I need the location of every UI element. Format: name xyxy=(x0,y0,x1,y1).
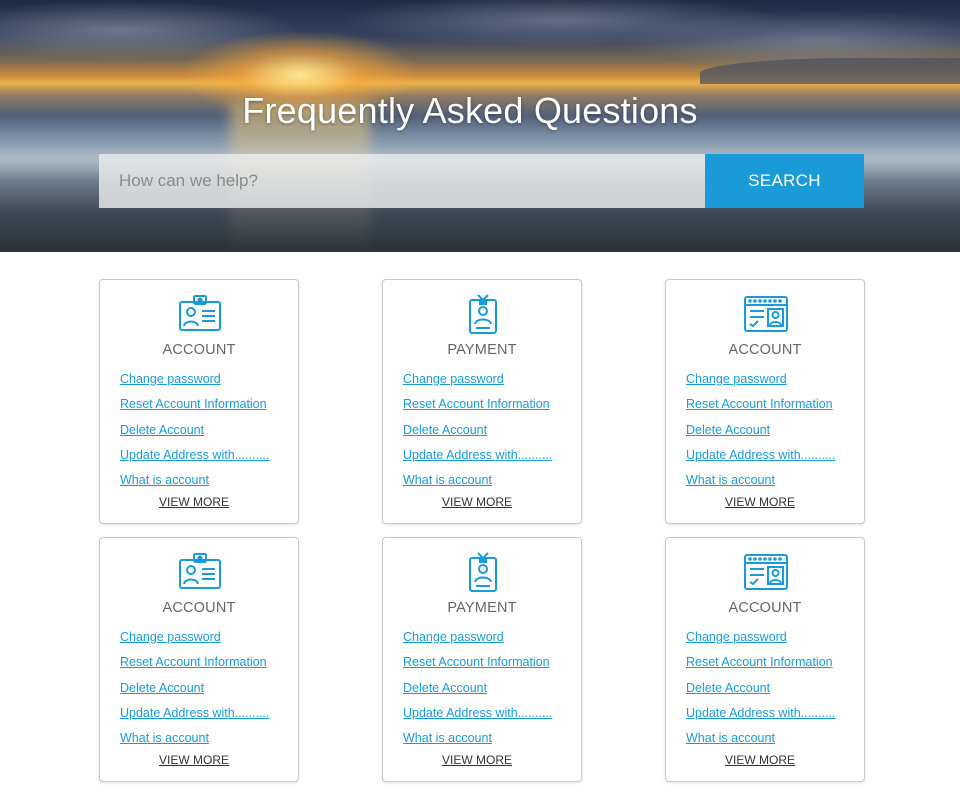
card-title: ACCOUNT xyxy=(162,600,236,616)
faq-link[interactable]: Delete Account xyxy=(686,423,770,437)
faq-card-payment-1: PAYMENT Change password Reset Account In… xyxy=(382,279,582,524)
faq-link[interactable]: Reset Account Information xyxy=(120,397,267,411)
view-more-link[interactable]: VIEW MORE xyxy=(383,753,571,767)
faq-link[interactable]: Delete Account xyxy=(120,681,204,695)
faq-link[interactable]: Reset Account Information xyxy=(686,397,833,411)
card-link-list: Change password Reset Account Informatio… xyxy=(403,628,552,754)
faq-link[interactable]: Change password xyxy=(120,372,221,386)
faq-link[interactable]: Delete Account xyxy=(403,423,487,437)
faq-link[interactable]: Change password xyxy=(403,630,504,644)
browser-profile-icon xyxy=(744,294,788,334)
faq-card-account-3: ACCOUNT Change password Reset Account In… xyxy=(99,537,299,782)
view-more-link[interactable]: VIEW MORE xyxy=(666,495,854,509)
card-title: ACCOUNT xyxy=(728,600,802,616)
faq-link[interactable]: Change password xyxy=(120,630,221,644)
search-button[interactable]: SEARCH xyxy=(705,154,864,208)
card-title: ACCOUNT xyxy=(728,342,802,358)
card-link-list: Change password Reset Account Informatio… xyxy=(686,628,835,754)
search-input[interactable] xyxy=(99,154,706,208)
faq-link[interactable]: Reset Account Information xyxy=(403,655,550,669)
view-more-link[interactable]: VIEW MORE xyxy=(383,495,571,509)
browser-profile-icon xyxy=(744,552,788,592)
faq-card-account-1: ACCOUNT Change password Reset Account In… xyxy=(99,279,299,524)
faq-card-account-4: ACCOUNT Change password Reset Account In… xyxy=(665,537,865,782)
faq-link[interactable]: Update Address with.......... xyxy=(120,448,269,462)
faq-link[interactable]: Update Address with.......... xyxy=(120,706,269,720)
view-more-link[interactable]: VIEW MORE xyxy=(100,753,288,767)
faq-link[interactable]: Update Address with.......... xyxy=(403,706,552,720)
id-badge-icon xyxy=(461,294,505,334)
id-card-icon xyxy=(178,552,222,592)
card-link-list: Change password Reset Account Informatio… xyxy=(120,628,269,754)
faq-link[interactable]: Update Address with.......... xyxy=(403,448,552,462)
page-title: Frequently Asked Questions xyxy=(242,90,698,131)
card-title: PAYMENT xyxy=(447,600,517,616)
faq-link[interactable]: What is account xyxy=(686,731,775,745)
faq-link[interactable]: What is account xyxy=(403,731,492,745)
faq-link[interactable]: What is account xyxy=(120,731,209,745)
faq-link[interactable]: Reset Account Information xyxy=(120,655,267,669)
faq-card-payment-2: PAYMENT Change password Reset Account In… xyxy=(382,537,582,782)
faq-link[interactable]: Delete Account xyxy=(120,423,204,437)
id-badge-icon xyxy=(461,552,505,592)
faq-link[interactable]: Update Address with.......... xyxy=(686,448,835,462)
faq-link[interactable]: Reset Account Information xyxy=(403,397,550,411)
faq-link[interactable]: Delete Account xyxy=(403,681,487,695)
faq-card-account-2: ACCOUNT Change password Reset Account In… xyxy=(665,279,865,524)
faq-link[interactable]: Delete Account xyxy=(686,681,770,695)
faq-link[interactable]: Change password xyxy=(686,372,787,386)
card-link-list: Change password Reset Account Informatio… xyxy=(403,370,552,496)
faq-link[interactable]: What is account xyxy=(120,473,209,487)
card-title: PAYMENT xyxy=(447,342,517,358)
faq-link[interactable]: What is account xyxy=(403,473,492,487)
card-title: ACCOUNT xyxy=(162,342,236,358)
view-more-link[interactable]: VIEW MORE xyxy=(100,495,288,509)
card-link-list: Change password Reset Account Informatio… xyxy=(686,370,835,496)
faq-link[interactable]: What is account xyxy=(686,473,775,487)
faq-link[interactable]: Change password xyxy=(403,372,504,386)
faq-link[interactable]: Change password xyxy=(686,630,787,644)
view-more-link[interactable]: VIEW MORE xyxy=(666,753,854,767)
faq-link[interactable]: Reset Account Information xyxy=(686,655,833,669)
faq-link[interactable]: Update Address with.......... xyxy=(686,706,835,720)
id-card-icon xyxy=(178,294,222,334)
card-link-list: Change password Reset Account Informatio… xyxy=(120,370,269,496)
hero-banner: Frequently Asked Questions SEARCH xyxy=(0,0,960,252)
